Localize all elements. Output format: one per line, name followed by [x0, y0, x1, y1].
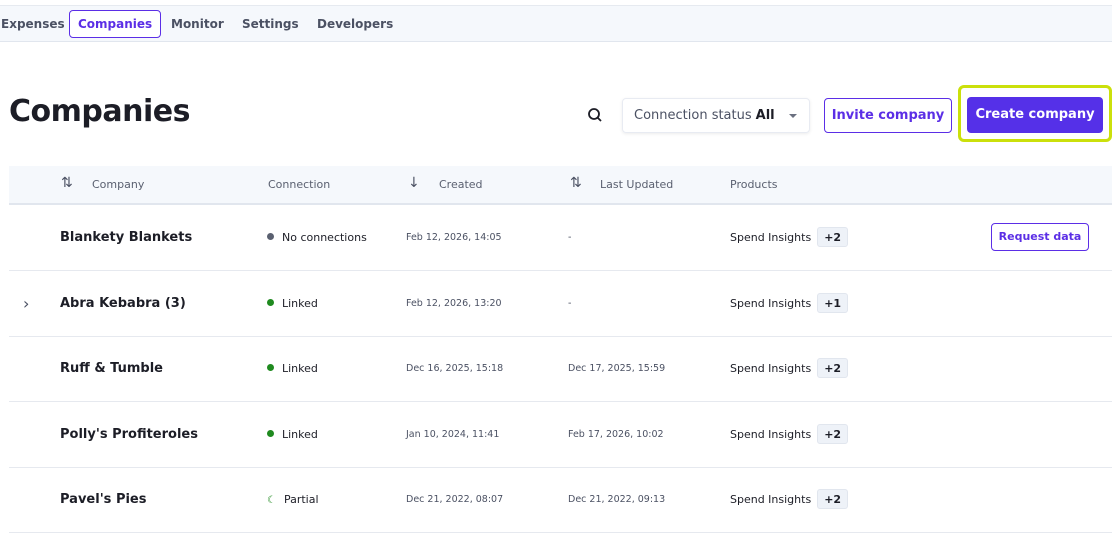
col-company[interactable]: Company [92, 178, 144, 191]
connection-status: Linked [267, 402, 318, 468]
extra-products-badge[interactable]: +2 [817, 358, 849, 379]
product-name: Spend Insights [730, 362, 812, 376]
connection-label: Linked [282, 362, 318, 376]
search-icon[interactable] [587, 107, 603, 123]
company-name[interactable]: Abra Kebabra (3) [60, 271, 186, 337]
updated-date: - [568, 297, 572, 309]
table-row[interactable]: Polly's Profiteroles Linked Jan 10, 2024, … [9, 402, 1112, 468]
created-date: Feb 12, 2026, 14:05 [406, 232, 502, 243]
extra-products-badge[interactable]: +2 [817, 227, 849, 247]
connection-status: No connections [267, 205, 367, 271]
arrow-down-icon[interactable]: ↓ [408, 175, 420, 191]
connection-label: Linked [282, 296, 318, 310]
nav-settings[interactable]: Settings [233, 10, 308, 38]
sort-icon[interactable]: ⇅ [570, 175, 582, 191]
nav-companies[interactable]: Companies [69, 10, 162, 38]
connection-status: Linked [267, 336, 318, 402]
company-name[interactable]: Polly's Profiteroles [60, 402, 198, 468]
partial-status-icon: ☾ [267, 495, 276, 507]
created-date: Dec 21, 2022, 08:07 [406, 494, 504, 506]
table-row[interactable]: Ruff & Tumble Linked Dec 16, 2025, 15:18 De… [9, 336, 1112, 403]
connection-status: Linked [267, 271, 318, 337]
page-title: Companies [9, 94, 190, 129]
nav-monitor[interactable]: Monitor [162, 10, 233, 38]
company-name[interactable]: Blankety Blankets [60, 205, 192, 271]
updated-date: Feb 17, 2026, 10:02 [568, 428, 664, 440]
invite-company-button[interactable]: Invite company [824, 98, 952, 133]
create-company-button[interactable]: Create company [967, 97, 1103, 133]
chevron-right-icon[interactable]: › [23, 271, 29, 337]
connection-status: ☾ Partial [267, 467, 319, 533]
status-dot-icon [267, 233, 274, 240]
products: Spend Insights +2 [730, 402, 849, 468]
products: Spend Insights +2 [730, 205, 849, 271]
updated-date: Dec 21, 2022, 09:13 [568, 494, 666, 506]
company-name[interactable]: Pavel's Pies [60, 467, 146, 533]
caret-down-icon [789, 114, 797, 118]
company-name[interactable]: Ruff & Tumble [60, 336, 163, 402]
updated-date: - [568, 232, 572, 243]
top-nav: Expenses Companies Monitor Settings Deve… [0, 5, 1112, 42]
product-name: Spend Insights [730, 231, 812, 244]
request-data-button[interactable]: Request data [991, 223, 1089, 251]
table-row[interactable]: Pavel's Pies ☾ Partial Dec 21, 2022, 08:07 D… [9, 467, 1112, 534]
created-date: Dec 16, 2025, 15:18 [406, 363, 504, 375]
table-header: ⇅ Company Connection ↓ Created ⇅ Last Up… [9, 166, 1112, 205]
product-name: Spend Insights [730, 427, 812, 441]
products: Spend Insights +2 [730, 467, 849, 533]
products: Spend Insights +1 [730, 271, 849, 337]
status-dot-icon [267, 429, 274, 437]
updated-date: Dec 17, 2025, 15:59 [568, 363, 666, 375]
created-date: Jan 10, 2024, 11:41 [406, 428, 500, 440]
connection-label: No connections [282, 231, 367, 244]
col-last-updated[interactable]: Last Updated [600, 178, 673, 191]
nav-expenses[interactable]: Expenses [0, 10, 74, 38]
filter-label: Connection status [634, 108, 752, 123]
extra-products-badge[interactable]: +1 [817, 292, 849, 313]
table-row[interactable]: › Abra Kebabra (3) Linked Feb 12, 2026, 13:… [9, 271, 1112, 337]
extra-products-badge[interactable]: +2 [817, 423, 849, 444]
nav-developers[interactable]: Developers [308, 10, 402, 38]
created-date: Feb 12, 2026, 13:20 [406, 297, 502, 309]
col-created[interactable]: Created [439, 178, 483, 191]
table-row[interactable]: Blankety Blankets No connections Feb 12, 2… [9, 205, 1112, 271]
extra-products-badge[interactable]: +2 [817, 489, 849, 510]
connection-label: Linked [282, 427, 318, 441]
col-connection: Connection [268, 178, 331, 191]
connection-status-filter[interactable]: Connection status All [622, 98, 810, 133]
product-name: Spend Insights [730, 493, 812, 507]
status-dot-icon [267, 298, 274, 306]
product-name: Spend Insights [730, 296, 812, 310]
products: Spend Insights +2 [730, 336, 849, 402]
connection-label: Partial [283, 493, 319, 507]
sort-icon[interactable]: ⇅ [61, 175, 73, 191]
filter-value: All [755, 108, 775, 123]
status-dot-icon [267, 364, 274, 372]
col-products: Products [730, 178, 778, 191]
